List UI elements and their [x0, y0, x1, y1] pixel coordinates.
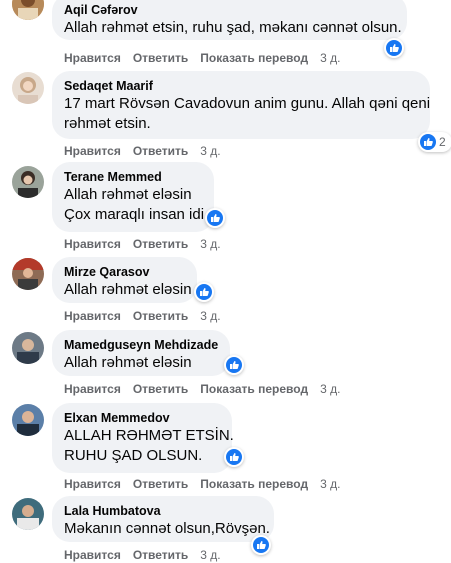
comment-text: Allah rəhmət eləsin: [64, 281, 192, 298]
comment-text: Allah rəhmət etsin, ruhu şad, məkanı cən…: [64, 19, 402, 36]
reply-action[interactable]: Ответить: [133, 143, 188, 159]
like-icon: [207, 210, 223, 226]
comment-time[interactable]: 3 д.: [320, 381, 340, 397]
like-action[interactable]: Нравится: [64, 143, 121, 159]
like-icon: [420, 134, 436, 150]
like-action[interactable]: Нравится: [64, 236, 121, 252]
comment-text: rəhmət etsin.: [64, 115, 151, 132]
comment-bubble: Sedaqet Maarif 17 mart Rövsən Cavadovun …: [52, 71, 430, 139]
like-action[interactable]: Нравится: [64, 308, 121, 324]
reaction-badge[interactable]: [194, 282, 214, 302]
like-action[interactable]: Нравится: [64, 476, 121, 492]
like-icon: [196, 284, 212, 300]
avatar[interactable]: [12, 258, 44, 290]
comment-bubble: Terane Memmed Allah rəhmət eləsin Çox ma…: [52, 162, 214, 232]
comment-actions: Нравится Ответить 3 д.: [64, 547, 221, 563]
translate-action[interactable]: Показать перевод: [200, 476, 308, 492]
reaction-badge[interactable]: [251, 535, 271, 555]
reply-action[interactable]: Ответить: [133, 547, 188, 563]
reaction-count: 2: [439, 135, 446, 149]
reply-action[interactable]: Ответить: [133, 236, 188, 252]
avatar[interactable]: [12, 498, 44, 530]
comment-author[interactable]: Mamedguseyn Mehdizade: [64, 337, 218, 353]
translate-action[interactable]: Показать перевод: [200, 381, 308, 397]
comment-bubble: Lala Humbatova Məkanın cənnət olsun,Rövş…: [52, 496, 274, 542]
comment-time[interactable]: 3 д.: [200, 236, 220, 252]
comment-time[interactable]: 3 д.: [320, 50, 340, 66]
comment-actions: Нравится Ответить 3 д.: [64, 236, 221, 252]
comment-actions: Нравится Ответить Показать перевод 3 д.: [64, 50, 340, 66]
comment-author[interactable]: Lala Humbatova: [64, 503, 262, 519]
comment-actions: Нравится Ответить Показать перевод 3 д.: [64, 476, 340, 492]
like-icon: [253, 537, 269, 553]
reply-action[interactable]: Ответить: [133, 308, 188, 324]
like-icon: [226, 357, 242, 373]
reply-action[interactable]: Ответить: [133, 476, 188, 492]
avatar[interactable]: [12, 166, 44, 198]
avatar[interactable]: [12, 0, 44, 20]
comment-text: 17 mart Rövsən Cavadovun anim gunu. Alla…: [64, 95, 431, 112]
like-action[interactable]: Нравится: [64, 50, 121, 66]
comment-bubble: Elxan Memmedov ALLAH RƏHMƏT ETSİN. RUHU …: [52, 403, 234, 473]
avatar[interactable]: [12, 332, 44, 364]
translate-action[interactable]: Показать перевод: [200, 50, 308, 66]
reaction-badge[interactable]: [224, 355, 244, 375]
reaction-badge[interactable]: [224, 447, 244, 467]
comment-bubble: Mirze Qarasov Allah rəhmət eləsin: [52, 257, 197, 303]
comment-time[interactable]: 3 д.: [200, 308, 220, 324]
comment-text: RUHU ŞAD OLSUN.: [64, 447, 203, 464]
reply-action[interactable]: Ответить: [133, 50, 188, 66]
reaction-badge[interactable]: 2: [418, 132, 451, 152]
comment-time[interactable]: 3 д.: [200, 143, 220, 159]
like-action[interactable]: Нравится: [64, 381, 121, 397]
comment-time[interactable]: 3 д.: [200, 547, 220, 563]
comment-author[interactable]: Elxan Memmedov: [64, 410, 220, 426]
avatar[interactable]: [12, 72, 44, 104]
comment-actions: Нравится Ответить 3 д.: [64, 308, 221, 324]
like-action[interactable]: Нравится: [64, 547, 121, 563]
comment-text: Allah rəhmət eləsin: [64, 186, 192, 203]
comment-actions: Нравится Ответить 3 д.: [64, 143, 221, 159]
comment-author[interactable]: Mirze Qarasov: [64, 264, 185, 280]
comment-bubble: Aqil Cəfərov Allah rəhmət etsin, ruhu şa…: [52, 0, 407, 40]
like-icon: [386, 40, 402, 56]
comment-text: ALLAH RƏHMƏT ETSİN.: [64, 427, 234, 444]
like-icon: [226, 449, 242, 465]
reaction-badge[interactable]: [384, 38, 404, 58]
comment-text: Allah rəhmət eləsin: [64, 354, 192, 371]
comment-author[interactable]: Terane Memmed: [64, 169, 202, 185]
comment-text: Çox maraqlı insan idi: [64, 206, 205, 223]
avatar[interactable]: [12, 404, 44, 436]
reaction-badge[interactable]: [205, 208, 225, 228]
reply-action[interactable]: Ответить: [133, 381, 188, 397]
comment-time[interactable]: 3 д.: [320, 476, 340, 492]
comment-author[interactable]: Sedaqet Maarif: [64, 78, 418, 94]
comment-text: Məkanın cənnət olsun,Rövşən.: [64, 520, 270, 537]
comment-author[interactable]: Aqil Cəfərov: [64, 2, 395, 18]
comment-actions: Нравится Ответить Показать перевод 3 д.: [64, 381, 340, 397]
comment-bubble: Mamedguseyn Mehdizade Allah rəhmət eləsi…: [52, 330, 230, 376]
